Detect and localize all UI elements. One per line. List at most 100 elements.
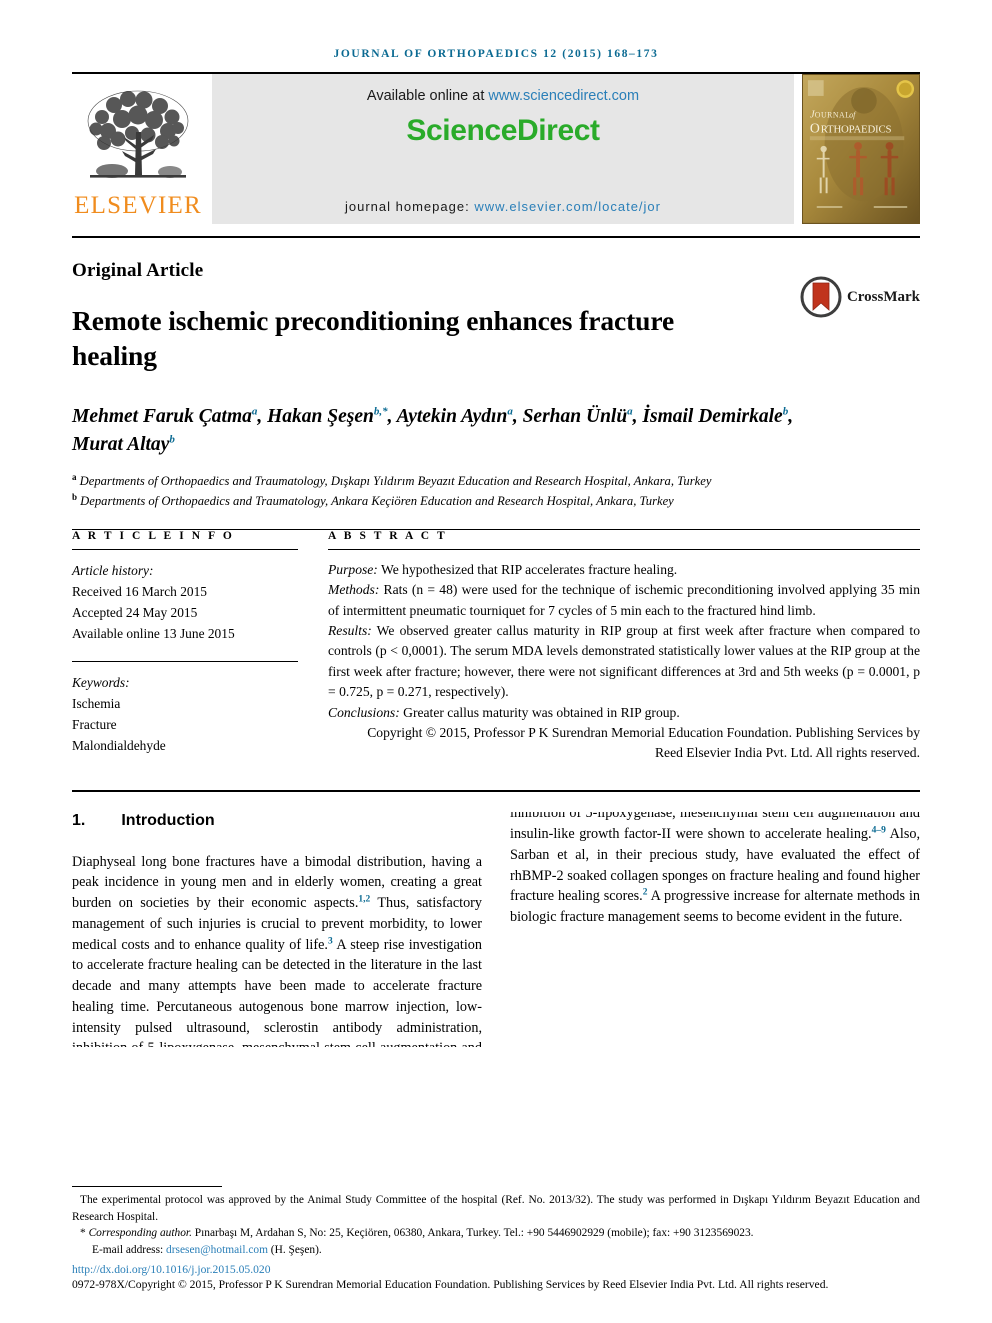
author-affil-mark: b (169, 433, 175, 446)
article-info-heading: A R T I C L E I N F O (72, 529, 235, 542)
intro-text-part3: A steep rise investigation to accelerate… (510, 811, 920, 843)
masthead: ELSEVIER Available online at www.science… (72, 74, 920, 224)
keyword-item: Fracture (72, 716, 117, 732)
abstract-column: A B S T R A C T Purpose: We hypothesized… (328, 530, 920, 764)
keywords-label: Keywords: (72, 674, 130, 690)
author-name: İsmail Demirkale (642, 406, 783, 428)
footnote-block: The experimental protocol was approved b… (72, 1186, 920, 1293)
sciencedirect-link[interactable]: www.sciencedirect.com (488, 88, 639, 104)
footnote-protocol-text: The experimental protocol was approved b… (72, 1194, 920, 1223)
email-label: E-mail address: (92, 1244, 167, 1257)
abstract-rule (328, 548, 920, 550)
info-and-abstract: A R T I C L E I N F O Article history: R… (72, 530, 920, 764)
available-online-date: Available online 13 June 2015 (72, 626, 235, 642)
elsevier-tree-icon (87, 90, 189, 178)
crossmark-badge[interactable]: CrossMark (800, 276, 920, 318)
introduction-heading: 1. Introduction (72, 812, 482, 830)
body-column-right: Diaphyseal long bone fractures have a bi… (510, 812, 920, 1047)
introduction-number: 1. (72, 811, 86, 829)
issn-copyright: 0972-978X/Copyright © 2015, Professor P … (72, 1277, 829, 1291)
svg-text:RTHOPAEDICS: RTHOPAEDICS (821, 123, 892, 135)
keywords-group: Keywords: Ischemia Fracture Malondialdeh… (72, 672, 298, 757)
abstract-heading: A B S T R A C T (328, 529, 448, 542)
affiliation-mark: a (72, 471, 77, 482)
page-title: Remote ischemic preconditioning enhances… (72, 305, 675, 371)
intro-text-part3: A steep rise investigation to accelerate… (72, 936, 482, 1047)
article-history-group: Article history: Received 16 March 2015 … (72, 560, 298, 645)
title-block: Original Article Remote ischemic precond… (72, 238, 920, 373)
abstract-purpose: Purpose: We hypothesized that RIP accele… (328, 560, 920, 580)
introduction-paragraph-right: Diaphyseal long bone fractures have a bi… (510, 812, 920, 928)
keyword-item: Malondialdehyde (72, 738, 166, 754)
abstract-methods-text: Rats (n = 48) were used for the techniqu… (328, 582, 920, 618)
author-name: Serhan Ünlü (522, 406, 628, 428)
footnote-corresponding: * Corresponding author. Pınarbaşı M, Ard… (72, 1225, 920, 1242)
introduction-paragraph-left: Diaphyseal long bone fractures have a bi… (72, 852, 482, 1047)
footnote-rule (72, 1186, 222, 1188)
introduction-title: Introduction (121, 811, 215, 829)
email-link[interactable]: drsesen@hotmail.com (166, 1244, 268, 1256)
affiliation-text: Departments of Orthopaedics and Traumato… (80, 493, 674, 508)
accepted-date: Accepted 24 May 2015 (72, 605, 198, 621)
article-info-rule (72, 548, 298, 550)
article-history-label: Article history: (72, 562, 154, 578)
affiliation-mark: b (72, 491, 78, 502)
affiliation-text: Departments of Orthopaedics and Traumato… (79, 473, 712, 488)
body-columns: 1. Introduction Diaphyseal long bone fra… (72, 812, 920, 1047)
email-owner: (H. Şeşen). (267, 1244, 322, 1257)
corresponding-label: Corresponding author. (88, 1227, 192, 1240)
article-info-column: A R T I C L E I N F O Article history: R… (72, 530, 328, 764)
doi-link[interactable]: http://dx.doi.org/10.1016/j.jor.2015.05.… (72, 1263, 920, 1276)
abstract-conclusions-label: Conclusions: (328, 704, 400, 720)
author-list: Mehmet Faruk Çatmaa, Hakan Şeşenb,*, Ayt… (72, 405, 794, 455)
author-name: Mehmet Faruk Çatma (72, 406, 252, 428)
abstract-results-text: We observed greater callus maturity in R… (328, 622, 920, 700)
abstract-purpose-text: We hypothesized that RIP accelerates fra… (377, 561, 678, 577)
author-affil-mark: a (251, 405, 258, 418)
abstract-results-label: Results: (328, 622, 372, 638)
elsevier-wordmark: ELSEVIER (74, 192, 202, 219)
journal-cover-artwork: J OURNAL of O RTHOPAEDICS (803, 75, 919, 223)
keyword-item: Ischemia (72, 695, 121, 711)
corresponding-marker: * (80, 1227, 86, 1240)
abstract-body: Purpose: We hypothesized that RIP accele… (328, 560, 920, 764)
corresponding-text: Pınarbaşı M, Ardahan S, No: 25, Keçiören… (191, 1227, 754, 1240)
citation-ref[interactable]: 4–9 (872, 825, 886, 835)
body-column-left: 1. Introduction Diaphyseal long bone fra… (72, 812, 482, 1047)
body-top-rule (72, 789, 920, 792)
svg-text:O: O (810, 120, 820, 135)
author-name: Hakan Şeşen (267, 406, 374, 428)
abstract-results: Results: We observed greater callus matu… (328, 621, 920, 703)
sciencedirect-wordmark: ScienceDirect (406, 114, 600, 147)
author-name: Aytekin Aydın (396, 406, 508, 428)
affiliation-item: a Departments of Orthopaedics and Trauma… (72, 471, 862, 491)
footnote-email: E-mail address: drsesen@hotmail.com (H. … (72, 1242, 920, 1259)
affiliation-item: b Departments of Orthopaedics and Trauma… (72, 491, 862, 511)
journal-homepage-link[interactable]: www.elsevier.com/locate/jor (474, 199, 661, 214)
abstract-purpose-label: Purpose: (328, 561, 378, 577)
svg-text:OURNAL: OURNAL (815, 111, 851, 120)
article-first-page: JOURNAL OF ORTHOPAEDICS 12 (2015) 168–17… (0, 0, 992, 1323)
abstract-conclusions: Conclusions: Greater callus maturity was… (328, 703, 920, 723)
journal-homepage-prefix: journal homepage: (345, 199, 475, 214)
available-online-prefix: Available online at (366, 88, 489, 104)
footnote-protocol: The experimental protocol was approved b… (72, 1192, 920, 1225)
affiliation-list: a Departments of Orthopaedics and Trauma… (72, 471, 862, 511)
article-type-label: Original Article (72, 260, 204, 281)
keywords-rule (72, 660, 298, 662)
author-affil-mark: b,* (373, 405, 388, 418)
abstract-conclusions-text: Greater callus maturity was obtained in … (399, 704, 680, 720)
journal-cover-thumbnail: J OURNAL of O RTHOPAEDICS (802, 74, 920, 224)
elsevier-logo: ELSEVIER (72, 74, 204, 224)
abstract-methods-label: Methods: (328, 582, 380, 598)
author-affil-mark: a (627, 405, 633, 418)
running-head: JOURNAL OF ORTHOPAEDICS 12 (2015) 168–17… (333, 48, 659, 60)
citation-ref[interactable]: 1,2 (358, 894, 370, 904)
abstract-copyright: Copyright © 2015, Professor P K Surendra… (367, 724, 920, 761)
crossmark-label: CrossMark (846, 288, 920, 305)
journal-homepage-line: journal homepage: www.elsevier.com/locat… (345, 199, 661, 214)
author-affil-mark: a (507, 405, 513, 418)
received-date: Received 16 March 2015 (72, 583, 207, 599)
available-online-line: Available online at www.sciencedirect.co… (367, 88, 639, 104)
author-affil-mark: b (782, 405, 789, 418)
